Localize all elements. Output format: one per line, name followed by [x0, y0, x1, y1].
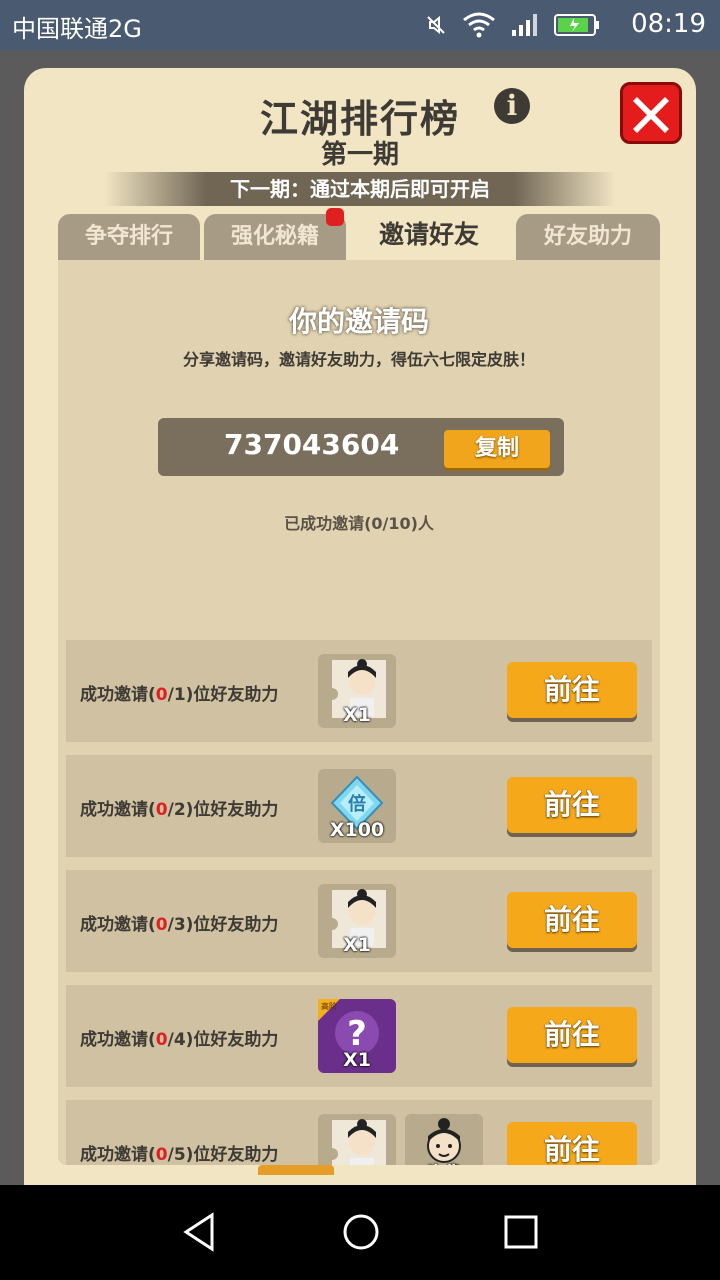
go-button[interactable]: 前往 [507, 1122, 637, 1165]
tab-invite-friends[interactable]: 邀请好友 [350, 212, 508, 260]
carrier-name: 中国联通2G [12, 15, 142, 43]
character-fragment-icon [332, 1119, 386, 1165]
status-icons [424, 12, 600, 38]
task-label: 成功邀请(0/1)位好友助力 [80, 685, 279, 705]
panel-subtitle: 第一期 [320, 140, 399, 170]
tab-enhance-secrets[interactable]: 强化秘籍 [204, 214, 346, 260]
status-bar: 中国联通2G 08:19 [0, 0, 720, 50]
copy-button[interactable]: 复制 [444, 430, 550, 468]
reward-item[interactable]: X2 [318, 1114, 396, 1165]
invite-code-title: 你的邀请码 [288, 305, 429, 338]
list-item: 成功邀请(0/1)位好友助力 X1 前往 [66, 640, 652, 742]
list-item: 成功邀请(0/5)位好友助力 X2 头像 前往 [66, 1100, 652, 1165]
reward-quantity: X1 [343, 1049, 371, 1071]
reward-item[interactable]: 头像 [405, 1114, 483, 1165]
back-icon[interactable] [176, 1207, 226, 1257]
recents-icon[interactable] [496, 1207, 546, 1257]
ranking-panel: 江湖排行榜 i 第一期 下一期：通过本期后即可开启 争夺排行 强化秘籍 邀请好友… [24, 68, 696, 1185]
info-icon[interactable]: i [494, 88, 530, 124]
reward-item[interactable]: X1 [318, 654, 396, 728]
invite-code: 737043604 [224, 428, 400, 461]
list-item: 成功邀请(0/4)位好友助力 高阶? X1 前往 [66, 985, 652, 1087]
reward-item[interactable]: 高阶? X1 [318, 999, 396, 1073]
reward-quantity: 头像 [405, 1159, 483, 1165]
close-button[interactable] [620, 82, 682, 144]
go-button[interactable]: 前往 [507, 777, 637, 833]
navigation-bar [0, 1185, 720, 1280]
list-item: 成功邀请(0/2)位好友助力 倍 X100 前往 [66, 755, 652, 857]
tab-contest-ranking[interactable]: 争夺排行 [58, 214, 200, 260]
mute-icon [427, 15, 445, 35]
reward-quantity: X1 [343, 934, 371, 956]
signal-icon [512, 14, 537, 36]
svg-text:?: ? [347, 1014, 367, 1054]
go-button[interactable]: 前往 [507, 1007, 637, 1063]
svg-text:倍: 倍 [348, 793, 366, 815]
go-button[interactable]: 前往 [507, 662, 637, 718]
task-label: 成功邀请(0/5)位好友助力 [80, 1145, 279, 1165]
next-period-notice: 下一期：通过本期后即可开启 [104, 172, 616, 206]
task-label: 成功邀请(0/2)位好友助力 [80, 800, 279, 820]
notification-dot [326, 208, 344, 226]
tab-friend-help[interactable]: 好友助力 [516, 214, 660, 260]
reward-item[interactable]: X1 [318, 884, 396, 958]
reward-item[interactable]: 倍 X100 [318, 769, 396, 843]
home-icon[interactable] [336, 1207, 386, 1257]
wifi-icon [463, 12, 495, 38]
invite-count: 已成功邀请(0/10)人 [284, 514, 434, 533]
clock: 08:19 [631, 9, 706, 39]
svg-text:高阶: 高阶 [321, 1001, 337, 1011]
go-button[interactable]: 前往 [507, 892, 637, 948]
partial-reward-item [258, 1165, 334, 1175]
avatar-icon [427, 1118, 461, 1163]
battery-icon [554, 14, 599, 36]
task-label: 成功邀请(0/4)位好友助力 [80, 1030, 279, 1050]
task-label: 成功邀请(0/3)位好友助力 [80, 915, 279, 935]
invite-code-box: 737043604 复制 [158, 418, 564, 476]
invite-description: 分享邀请码，邀请好友助力，得伍六七限定皮肤！ [182, 350, 535, 369]
list-item: 成功邀请(0/3)位好友助力 X1 前往 [66, 870, 652, 972]
reward-quantity: X1 [343, 704, 371, 726]
reward-quantity: X100 [329, 819, 385, 841]
invite-content[interactable]: 你的邀请码 分享邀请码，邀请好友助力，得伍六七限定皮肤！ 737043604 复… [58, 260, 660, 1165]
close-icon [633, 97, 669, 133]
